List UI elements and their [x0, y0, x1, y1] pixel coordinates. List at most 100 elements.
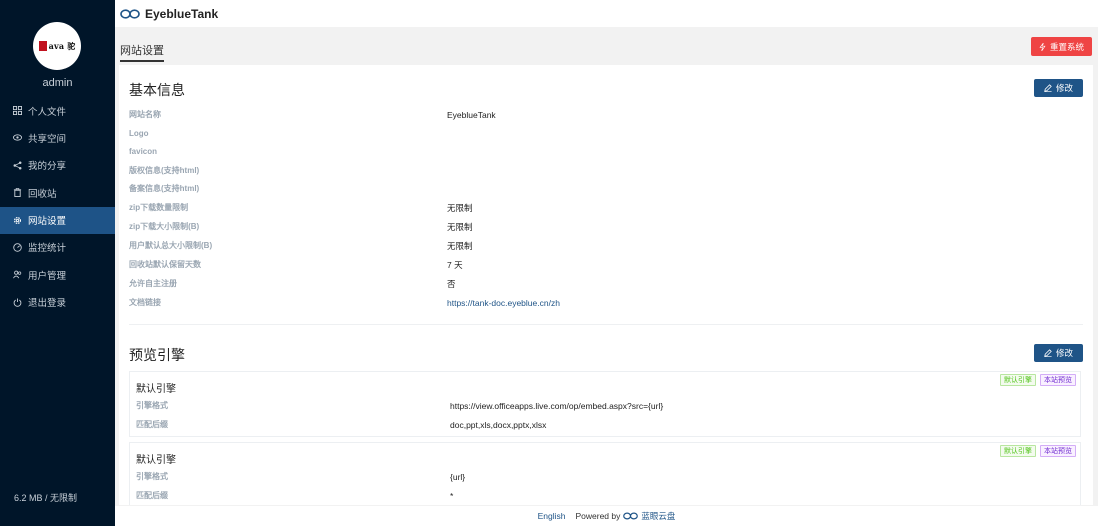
info-label: zip下载大小限制(B): [129, 222, 200, 231]
sidebar-item-label: 监控统计: [28, 243, 67, 255]
power-icon: [13, 298, 22, 307]
basic-info-title: 基本信息: [129, 82, 185, 98]
info-row: 允许自主注册 否: [129, 274, 1079, 293]
engine-format-value: {url}: [450, 471, 466, 482]
sidebar-item-files[interactable]: 个人文件: [0, 97, 115, 124]
storage-usage: 6.2 MB / 无限制: [14, 493, 78, 503]
top-bar: EyeblueTank: [115, 0, 1098, 27]
footer-brand-link[interactable]: 蓝眼云盘: [641, 510, 675, 522]
sidebar-item-label: 个人文件: [28, 106, 67, 118]
dashboard-icon: [13, 243, 22, 252]
users-icon: [13, 270, 22, 279]
default-engine-tag: 默认引擎: [1000, 374, 1036, 386]
engine-suffix-label: 匹配后缀: [136, 420, 168, 429]
engine-suffix-value: *: [450, 490, 454, 501]
engine-card: 默认引擎 默认引擎 本站预览 引擎格式 https://view.officeap…: [129, 371, 1081, 437]
preview-engine-title: 预览引擎: [129, 347, 185, 363]
sidebar-item-shared-space[interactable]: 共享空间: [0, 124, 115, 151]
avatar[interactable]: ava 驼: [33, 22, 81, 70]
site-preview-tag: 本站预览: [1040, 374, 1076, 386]
info-row: 版权信息(支持html): [129, 161, 1079, 180]
edit-label: 修改: [1055, 348, 1073, 358]
sidebar-item-logout[interactable]: 退出登录: [0, 289, 115, 316]
powered-by-text: Powered by: [575, 511, 621, 521]
info-row: 用户默认总大小限制(B) 无限制: [129, 236, 1079, 255]
brand-logo-icon: [623, 512, 639, 520]
engine-suffix-label: 匹配后缀: [136, 491, 168, 500]
page-header: 网站设置 重置系统: [115, 27, 1098, 62]
info-label: 网站名称: [129, 110, 161, 119]
sidebar-item-monitoring[interactable]: 监控统计: [0, 234, 115, 261]
sidebar-item-label: 用户管理: [28, 270, 67, 282]
info-row: favicon: [129, 142, 1079, 161]
edit-preview-engine-button[interactable]: 修改: [1033, 344, 1083, 362]
brand-logo-icon: [120, 8, 140, 19]
eye-icon: [13, 133, 22, 142]
share-icon: [13, 161, 22, 170]
info-row: 回收站默认保留天数 7 天: [129, 255, 1079, 274]
reset-system-label: 重置系统: [1049, 41, 1084, 52]
info-value: 否: [447, 278, 456, 289]
edit-icon: [1044, 349, 1052, 357]
info-value: 无限制: [447, 240, 473, 251]
info-value: 7 天: [447, 259, 463, 270]
info-row: 文档链接 https://tank-doc.eyeblue.cn/zh: [129, 293, 1079, 312]
info-label: 版权信息(支持html): [129, 166, 200, 175]
engine-format-row: 引擎格式 {url}: [136, 467, 1066, 486]
brand-name: EyeblueTank: [145, 6, 219, 21]
sidebar-item-label: 网站设置: [28, 216, 67, 228]
info-row: zip下载大小限制(B) 无限制: [129, 217, 1079, 236]
doc-link[interactable]: https://tank-doc.eyeblue.cn/zh: [447, 298, 560, 308]
edit-label: 修改: [1055, 83, 1073, 93]
sidebar-item-site-settings[interactable]: 网站设置: [0, 206, 115, 234]
info-label: 允许自主注册: [129, 279, 177, 288]
sidebar: ava 驼 admin 个人文件 共享空间 我的分享 回收站 网站设置 监控统计…: [0, 0, 115, 526]
engine-name: 默认引擎: [136, 455, 176, 466]
sidebar-item-recycle-bin[interactable]: 回收站: [0, 179, 115, 206]
info-label: 文档链接: [129, 298, 161, 307]
info-row: zip下载数量限制 无限制: [129, 198, 1079, 217]
bolt-icon: [1039, 42, 1046, 51]
reset-system-button[interactable]: 重置系统: [1030, 37, 1092, 56]
sidebar-item-user-management[interactable]: 用户管理: [0, 261, 115, 288]
sidebar-menu: 个人文件 共享空间 我的分享 回收站 网站设置 监控统计 用户管理 退出登录: [0, 97, 115, 316]
info-value: EyeblueTank: [447, 109, 496, 120]
engine-suffix-row: 匹配后缀 doc,ppt,xls,docx,pptx,xlsx: [136, 415, 1066, 434]
username: admin: [42, 77, 73, 89]
avatar-logo-text: ava 驼: [48, 40, 76, 51]
trash-icon: [13, 188, 22, 198]
engine-format-label: 引擎格式: [136, 401, 168, 410]
info-label: 备案信息(支持html): [129, 184, 200, 193]
info-row: 网站名称 EyeblueTank: [129, 105, 1079, 124]
info-value: 无限制: [447, 202, 473, 213]
sidebar-item-label: 退出登录: [28, 298, 67, 310]
info-label: zip下载数量限制: [129, 203, 189, 212]
edit-basic-info-button[interactable]: 修改: [1033, 79, 1083, 97]
info-row: Logo: [129, 124, 1079, 143]
info-label: 用户默认总大小限制(B): [129, 241, 213, 250]
default-engine-tag: 默认引擎: [1000, 445, 1036, 457]
engine-suffix-value: doc,ppt,xls,docx,pptx,xlsx: [450, 419, 547, 430]
engine-suffix-row: 匹配后缀 *: [136, 486, 1066, 505]
page-title: 网站设置: [120, 42, 164, 62]
info-label: 回收站默认保留天数: [129, 260, 201, 269]
sidebar-item-label: 共享空间: [28, 133, 67, 145]
engine-card: 默认引擎 默认引擎 本站预览 引擎格式 {url} 匹配后缀 *: [129, 442, 1081, 505]
edit-icon: [1044, 84, 1052, 92]
language-switch-link[interactable]: English: [538, 511, 566, 521]
engine-format-label: 引擎格式: [136, 472, 168, 481]
footer: English Powered by 蓝眼云盘: [115, 506, 1098, 526]
site-preview-tag: 本站预览: [1040, 445, 1076, 457]
sidebar-item-label: 我的分享: [28, 161, 67, 173]
info-label: favicon: [129, 147, 158, 156]
info-label: Logo: [129, 129, 149, 138]
sidebar-item-my-shares[interactable]: 我的分享: [0, 152, 115, 179]
grid-icon: [13, 106, 22, 115]
settings-panel: 基本信息 修改 网站名称 EyeblueTank Logo favicon 版权信…: [119, 65, 1093, 505]
avatar-logo-mark: [38, 41, 47, 51]
gear-icon: [13, 216, 22, 225]
engine-format-row: 引擎格式 https://view.officeapps.live.com/op/…: [136, 396, 1066, 415]
info-value: 无限制: [447, 221, 473, 232]
engine-format-value: https://view.officeapps.live.com/op/embe…: [450, 400, 664, 411]
sidebar-item-label: 回收站: [28, 188, 57, 200]
